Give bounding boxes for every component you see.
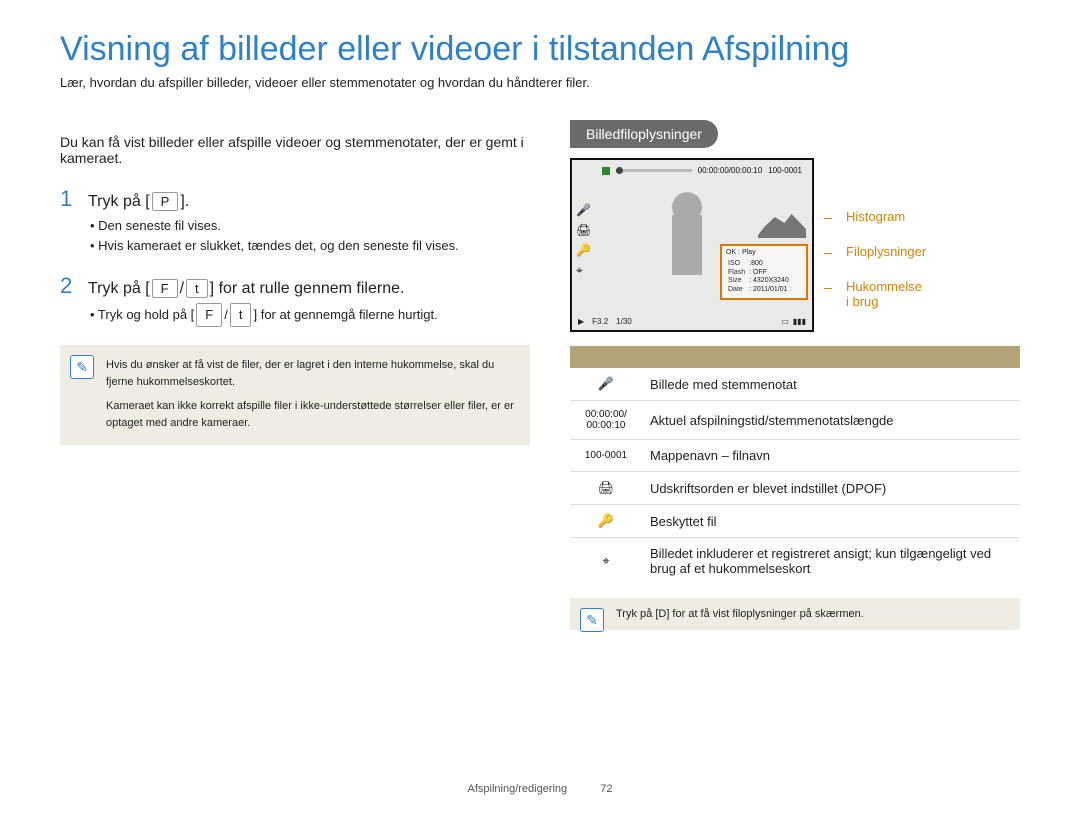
file-info-panel: OK : Play ISO:800 Flash: OFF Size: 4320X… [720,244,808,300]
battery-icon: ▮▮▮ [793,317,806,326]
voice-memo-icon: 🎤 [576,204,591,216]
lock-icon: 🔑 [576,513,636,529]
tip-text: Tryk på [D] for at få vist filoplysninge… [616,608,864,620]
note-icon: ✎ [70,355,94,379]
subject-silhouette [642,184,732,300]
content-columns: Du kan få vist billeder eller afspille v… [60,120,1020,630]
note-line: Hvis du ønsker at få vist de filer, der … [106,357,516,392]
step-text: Tryk på [P]. [88,192,189,211]
shutter-speed: 1/30 [616,317,632,326]
face-target-icon: ⌖ [576,553,636,569]
key-t: t [230,303,252,327]
manual-page: Visning af billeder eller videoer i tils… [0,0,1080,815]
step-1: 1 Tryk på [P]. [60,186,530,212]
cam-top-bar: 00:00:00/00:00:10 100-0001 [602,166,802,175]
cam-left-icons: 🎤 🖨 🔑 ⌖ [576,204,591,276]
step-number: 1 [60,186,82,212]
left-column: Du kan få vist billeder eller afspille v… [60,120,530,630]
print-icon: 🖨 [576,224,591,236]
legend-row: 🖨Udskriftsorden er blevet indstillet (DP… [570,472,1020,505]
callout-memory: Hukommelse i brug [824,288,838,289]
voice-memo-icon: 🎤 [576,376,636,392]
note-icon: ✎ [580,608,604,632]
camera-preview-wrap: 00:00:00/00:00:10 100-0001 🎤 🖨 🔑 ⌖ OK : … [570,158,1020,332]
time-label: 00:00:00/ 00:00:10 [576,409,636,431]
legend-row: 🔑Beskyttet fil [570,505,1020,538]
section-tab: Billedfiloplysninger [570,120,718,148]
legend-row: 00:00:00/ 00:00:10Aktuel afspilningstid/… [570,401,1020,440]
intro-text: Du kan få vist billeder eller afspille v… [60,134,530,166]
step-1-sub: • Den seneste fil vises. • Hvis kameraet… [90,216,530,255]
record-indicator-icon [602,167,610,175]
cam-folder: 100-0001 [768,166,802,175]
playback-mode-icon: ▶ [578,317,584,326]
face-target-icon: ⌖ [576,264,591,276]
right-column: Billedfiloplysninger 00:00:00/00:00:10 1… [570,120,1020,630]
key-f: F [196,303,222,327]
callout-fileinfo: Filoplysninger [824,253,838,254]
legend-row: ⌖Billedet inkluderer et registreret ansi… [570,538,1020,584]
cam-time: 00:00:00/00:00:10 [698,166,763,175]
folder-file-label: 100-0001 [576,450,636,461]
tip-box: ✎ Tryk på [D] for at få vist filoplysnin… [570,598,1020,630]
page-subtitle: Lær, hvordan du afspiller billeder, vide… [60,75,1020,90]
key-f: F [152,279,178,298]
legend-row: 100-0001Mappenavn – filnavn [570,440,1020,472]
f-number: F3.2 [592,317,608,326]
print-icon: 🖨 [576,480,636,496]
key-t: t [186,279,208,298]
footer-section: Afspilning/redigering [468,783,568,795]
legend-row: 🎤Billede med stemmenotat [570,368,1020,401]
page-number: 72 [600,783,612,795]
note-box: ✎ Hvis du ønsker at få vist de filer, de… [60,345,530,445]
camera-screen: 00:00:00/00:00:10 100-0001 🎤 🖨 🔑 ⌖ OK : … [570,158,814,332]
step-2: 2 Tryk på [F/t] for at rulle gennem file… [60,273,530,299]
callout-labels: Histogram Filoplysninger Hukommelse i br… [824,158,838,289]
step-2-sub: • Tryk og hold på [F/t] for at gennemgå … [90,303,530,327]
step-number: 2 [60,273,82,299]
lock-icon: 🔑 [576,244,591,256]
legend-header [570,346,1020,368]
callout-histogram: Histogram [824,218,838,219]
progress-bar [616,169,692,172]
storage-icon: ▭ [781,317,789,326]
step-text: Tryk på [F/t] for at rulle gennem filern… [88,279,404,298]
ok-play-label: OK : Play [726,249,802,258]
page-title: Visning af billeder eller videoer i tils… [60,30,1020,69]
key-p: P [152,192,179,211]
page-footer: Afspilning/redigering 72 [0,783,1080,795]
histogram-icon [758,208,806,238]
legend-table: 🎤Billede med stemmenotat 00:00:00/ 00:00… [570,346,1020,584]
note-line: Kameraet kan ikke korrekt afspille filer… [106,398,516,433]
cam-bottom-bar: ▶ F3.2 1/30 ▭ ▮▮▮ [572,317,812,326]
